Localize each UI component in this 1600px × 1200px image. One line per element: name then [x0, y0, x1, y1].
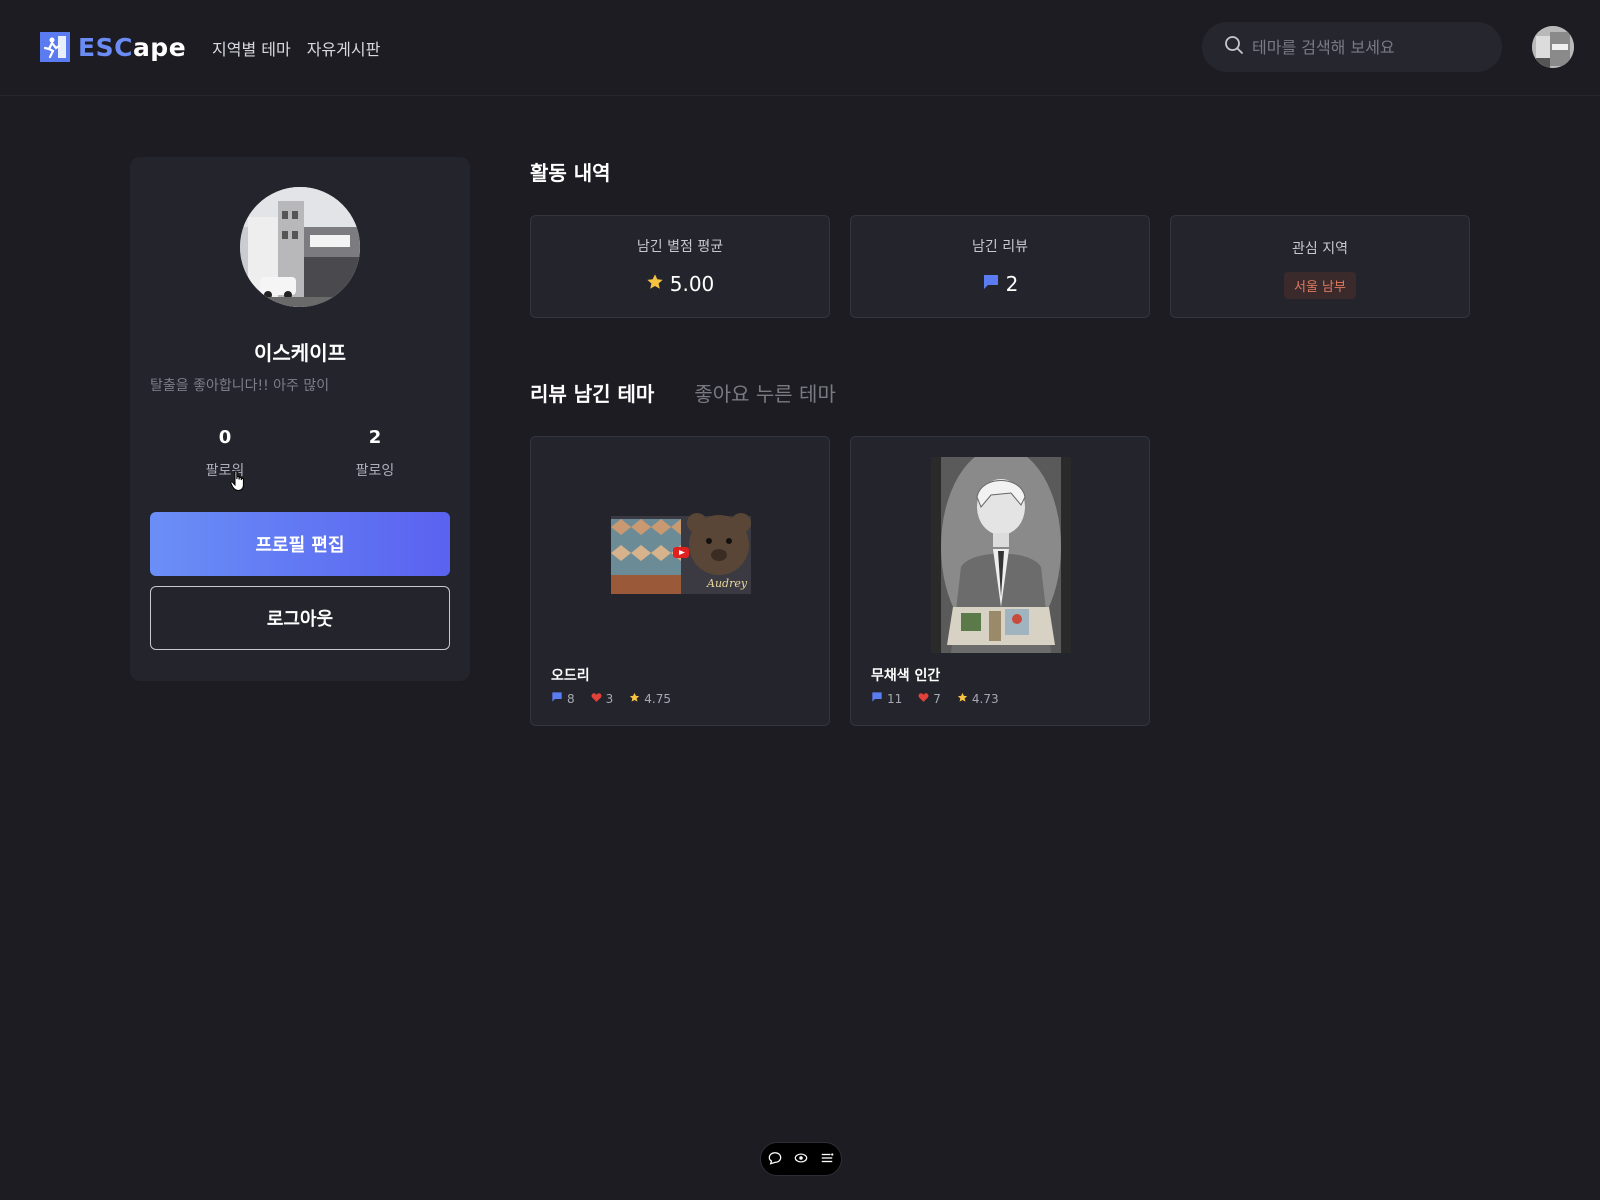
edit-profile-button[interactable]: 프로필 편집: [150, 512, 450, 576]
main-nav: 지역별 테마 자유게시판: [212, 36, 380, 60]
theme-tabs: 리뷰 남긴 테마 좋아요 누른 테마: [530, 378, 836, 407]
logo-mark-icon: [40, 32, 70, 62]
comment-icon: [551, 691, 563, 706]
review-count-label: 남긴 리뷰: [972, 239, 1028, 255]
profile-bio: 탈출을 좋아합니다!! 아주 많이: [150, 378, 330, 394]
like-count: 7: [933, 691, 941, 706]
nav-regional-themes[interactable]: 지역별 테마: [212, 36, 291, 60]
like-count: 3: [605, 691, 614, 706]
theme-meta: 11 7 4.73: [871, 691, 999, 706]
theme-card[interactable]: Audrey 오드리 8 3 4.75: [530, 436, 830, 726]
top-header: ESCape 지역별 테마 자유게시판: [0, 0, 1600, 96]
region-badge: 서울 남부: [1284, 272, 1356, 299]
star-icon: [646, 272, 664, 296]
comment-count: 11: [887, 691, 903, 706]
logo-text: ESCape: [78, 32, 187, 62]
comment-icon: [871, 691, 883, 706]
following-count: 2: [368, 427, 382, 448]
avg-rating-box: 남긴 별점 평균 5.00: [530, 215, 830, 318]
theme-meta: 8 3 4.75: [551, 691, 671, 706]
eye-icon[interactable]: [794, 1150, 808, 1169]
profile-card: 이스케이프 탈출을 좋아합니다!! 아주 많이 0 팔로워 2 팔로잉 프로필 …: [130, 157, 470, 681]
rating-value: 4.75: [644, 691, 671, 706]
search-bar[interactable]: [1202, 22, 1502, 72]
follower-label: 팔로워: [205, 463, 245, 479]
theme-poster-audrey: Audrey: [611, 457, 751, 653]
activity-title: 활동 내역: [530, 161, 611, 185]
theme-poster-colorless-human: [931, 447, 1071, 653]
heart-icon: [918, 692, 929, 706]
search-input[interactable]: [1252, 37, 1492, 57]
floating-toolbar: [760, 1142, 842, 1176]
avg-rating-value: 5.00: [669, 272, 715, 296]
region-label: 관심 지역: [1292, 241, 1348, 257]
heart-icon: [591, 692, 602, 706]
logout-button[interactable]: 로그아웃: [150, 586, 450, 650]
region-box: 관심 지역 서울 남부: [1170, 215, 1470, 318]
profile-username: 이스케이프: [254, 341, 346, 365]
tab-reviewed-themes[interactable]: 리뷰 남긴 테마: [530, 378, 654, 407]
follower-count: 0: [218, 427, 232, 448]
logo[interactable]: ESCape: [40, 32, 186, 62]
nav-free-board[interactable]: 자유게시판: [307, 36, 381, 60]
theme-name: 무채색 인간: [871, 668, 941, 684]
review-count-box: 남긴 리뷰 2: [850, 215, 1150, 318]
following-label: 팔로잉: [355, 463, 395, 479]
comment-icon: [982, 272, 1000, 296]
profile-avatar: [240, 187, 360, 307]
review-count-value: 2: [1005, 272, 1019, 296]
menu-icon[interactable]: [820, 1150, 834, 1169]
user-avatar[interactable]: [1532, 26, 1574, 68]
theme-name: 오드리: [551, 668, 590, 684]
avg-rating-label: 남긴 별점 평균: [636, 239, 724, 255]
pointer-cursor-icon: [230, 470, 248, 496]
svg-text:Audrey: Audrey: [706, 577, 748, 590]
chat-icon[interactable]: [768, 1150, 782, 1169]
comment-count: 8: [567, 691, 575, 706]
star-icon: [957, 692, 968, 706]
following-stat[interactable]: 2 팔로잉: [325, 427, 425, 480]
star-icon: [629, 692, 640, 706]
follower-stat[interactable]: 0 팔로워: [175, 427, 275, 480]
rating-value: 4.73: [971, 691, 999, 706]
search-icon: [1224, 35, 1244, 59]
tab-liked-themes[interactable]: 좋아요 누른 테마: [694, 378, 836, 407]
theme-card[interactable]: 무채색 인간 11 7 4.73: [850, 436, 1150, 726]
